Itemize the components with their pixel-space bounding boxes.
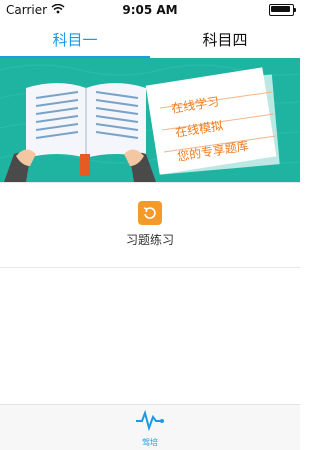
book-icon bbox=[4, 83, 156, 182]
tab-subject-one[interactable]: 科目一 bbox=[0, 20, 150, 58]
practice-menu-label: 习题练习 bbox=[125, 233, 174, 247]
tab-label: 科目一 bbox=[52, 30, 98, 49]
bottom-nav: 驾培 bbox=[0, 404, 300, 450]
promo-banner: 在线学习 在线模拟 您的专享题库 bbox=[0, 58, 300, 182]
nav-item-training[interactable]: 驾培 bbox=[130, 409, 170, 447]
clock: 9:05 AM bbox=[122, 3, 178, 17]
refresh-icon bbox=[138, 201, 162, 225]
banner-illustration bbox=[0, 64, 300, 182]
practice-menu-item[interactable]: 习题练习 bbox=[100, 201, 200, 251]
nav-item-label: 驾培 bbox=[142, 438, 158, 447]
subject-tabs: 科目一 科目四 bbox=[0, 20, 300, 58]
tab-subject-four[interactable]: 科目四 bbox=[150, 20, 300, 58]
status-bar: Carrier 9:05 AM bbox=[0, 0, 300, 20]
status-right bbox=[269, 4, 296, 16]
battery-icon bbox=[269, 4, 296, 16]
menu-grid: 习题练习 bbox=[0, 182, 300, 268]
pulse-icon bbox=[135, 409, 165, 435]
tab-label: 科目四 bbox=[202, 30, 248, 49]
